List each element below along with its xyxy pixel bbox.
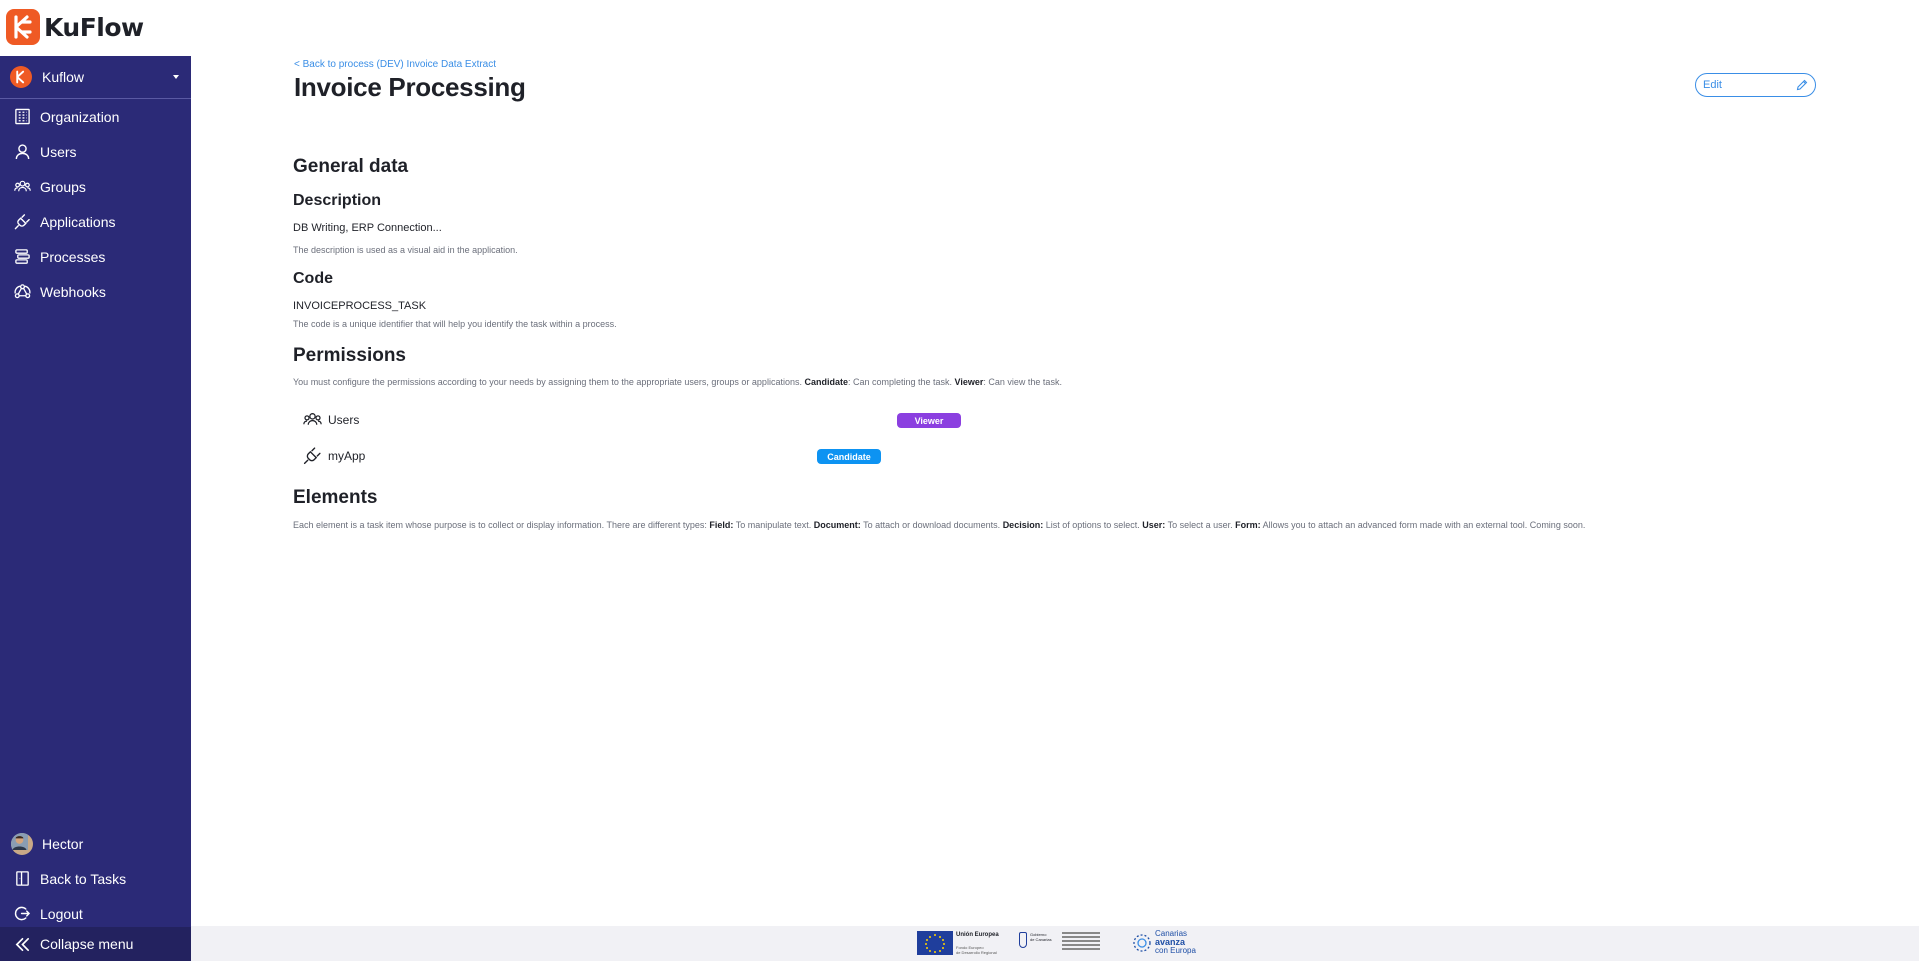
- canarias-swirl-icon: [1133, 933, 1151, 952]
- user-icon: [15, 144, 30, 160]
- collapse-menu-label: Collapse menu: [40, 936, 134, 952]
- permission-row[interactable]: myApp: [303, 446, 365, 465]
- code-heading: Code: [293, 270, 333, 287]
- canarias-avanza-logo: Canarias avanza con Europa: [1132, 930, 1196, 955]
- code-value: INVOICEPROCESS_TASK: [293, 300, 427, 312]
- back-to-process-link[interactable]: < Back to process (DEV) Invoice Data Ext…: [294, 59, 496, 70]
- logout-button[interactable]: Logout: [0, 896, 191, 931]
- gobierno-line2: de Canarias: [1030, 937, 1052, 942]
- sidebar-item-webhooks[interactable]: Webhooks: [0, 274, 191, 309]
- role-badge-viewer[interactable]: Viewer: [897, 413, 961, 428]
- logout-label: Logout: [40, 905, 83, 922]
- double-chevron-left-icon: [15, 937, 30, 951]
- eu-flag-icon: [917, 931, 953, 955]
- brand-name: KuFlow: [44, 12, 144, 42]
- permissions-help: You must configure the permissions accor…: [293, 377, 1062, 387]
- organization-selector[interactable]: Kuflow: [0, 56, 191, 99]
- sidebar: Kuflow Organization Users Groups Applica…: [0, 56, 191, 961]
- user-profile[interactable]: Hector: [0, 826, 191, 861]
- permission-name: Users: [328, 412, 360, 427]
- collapse-menu-button[interactable]: Collapse menu: [0, 927, 191, 961]
- code-help: The code is a unique identifier that wil…: [293, 319, 617, 329]
- webhook-icon: [14, 284, 31, 299]
- plug-icon: [303, 447, 321, 465]
- description-value: DB Writing, ERP Connection...: [293, 222, 442, 234]
- sidebar-item-label: Applications: [40, 213, 116, 230]
- eu-fund-line2: de Desarrollo Regional: [956, 949, 997, 955]
- building-icon: [15, 108, 30, 125]
- page-title: Invoice Processing: [294, 72, 526, 102]
- edit-label: Edit: [1703, 79, 1722, 91]
- description-help: The description is used as a visual aid …: [293, 245, 518, 255]
- group-icon: [303, 413, 322, 425]
- general-data-heading: General data: [293, 156, 409, 177]
- edit-button[interactable]: Edit: [1695, 73, 1816, 97]
- sidebar-item-applications[interactable]: Applications: [0, 204, 191, 239]
- group-icon: [14, 180, 31, 192]
- eu-funding-logo: Unión Europea Fondo Europeo de Desarroll…: [917, 931, 999, 955]
- pencil-icon: [1796, 79, 1808, 91]
- permission-row[interactable]: Users: [303, 410, 359, 429]
- gobierno-fine-print: [1061, 932, 1100, 952]
- back-to-tasks-label: Back to Tasks: [40, 870, 127, 887]
- permission-name: myApp: [328, 448, 366, 463]
- main-content: < Back to process (DEV) Invoice Data Ext…: [191, 56, 1919, 926]
- sidebar-item-label: Webhooks: [40, 283, 106, 300]
- organization-name: Kuflow: [42, 69, 85, 85]
- sidebar-item-label: Groups: [40, 178, 86, 195]
- sidebar-item-label: Organization: [40, 108, 120, 125]
- kuflow-logo[interactable]: KuFlow: [6, 9, 144, 45]
- back-to-tasks-link[interactable]: Back to Tasks: [0, 861, 191, 896]
- avatar: [11, 832, 33, 855]
- sidebar-item-label: Users: [40, 143, 77, 160]
- caret-down-icon: [173, 75, 179, 79]
- role-badge-candidate[interactable]: Candidate: [817, 449, 881, 464]
- kuflow-logo-icon: [6, 9, 40, 45]
- canarias-line3: con Europa: [1155, 946, 1196, 955]
- sidebar-item-groups[interactable]: Groups: [0, 169, 191, 204]
- sidebar-nav: Organization Users Groups Applications P…: [0, 99, 191, 309]
- permissions-heading: Permissions: [293, 345, 406, 366]
- elements-heading: Elements: [293, 487, 378, 508]
- door-icon: [16, 871, 29, 886]
- description-heading: Description: [293, 192, 382, 209]
- sidebar-item-organization[interactable]: Organization: [0, 99, 191, 134]
- logout-icon: [14, 906, 31, 921]
- footer: Unión Europea Fondo Europeo de Desarroll…: [191, 926, 1919, 961]
- sidebar-item-users[interactable]: Users: [0, 134, 191, 169]
- sidebar-item-label: Processes: [40, 248, 106, 265]
- organization-logo-icon: [10, 66, 32, 88]
- gobierno-canarias-logo: Gobierno de Canarias: [1019, 932, 1100, 952]
- plug-icon: [14, 214, 30, 230]
- top-bar: KuFlow: [0, 0, 1919, 56]
- processes-icon: [15, 249, 30, 264]
- elements-help: Each element is a task item whose purpos…: [293, 520, 1586, 530]
- sidebar-bottom-nav: Hector Back to Tasks Logout: [0, 826, 191, 931]
- sidebar-item-processes[interactable]: Processes: [0, 239, 191, 274]
- eu-title: Unión Europea: [956, 931, 999, 938]
- shield-icon: [1019, 932, 1027, 948]
- user-name: Hector: [42, 835, 84, 852]
